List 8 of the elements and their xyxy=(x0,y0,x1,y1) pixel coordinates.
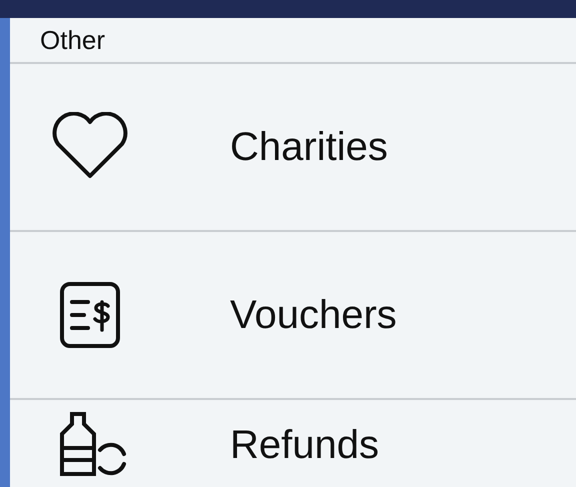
menu-item-label: Charities xyxy=(230,124,388,171)
voucher-icon xyxy=(58,280,122,350)
menu-item[interactable]: Refunds xyxy=(10,400,576,487)
menu-item[interactable]: Charities xyxy=(10,64,576,232)
menu-item-label: Refunds xyxy=(230,422,379,469)
menu-item-label: Vouchers xyxy=(230,292,397,339)
section-header: Other xyxy=(40,25,106,55)
menu-item[interactable]: Vouchers xyxy=(10,232,576,400)
